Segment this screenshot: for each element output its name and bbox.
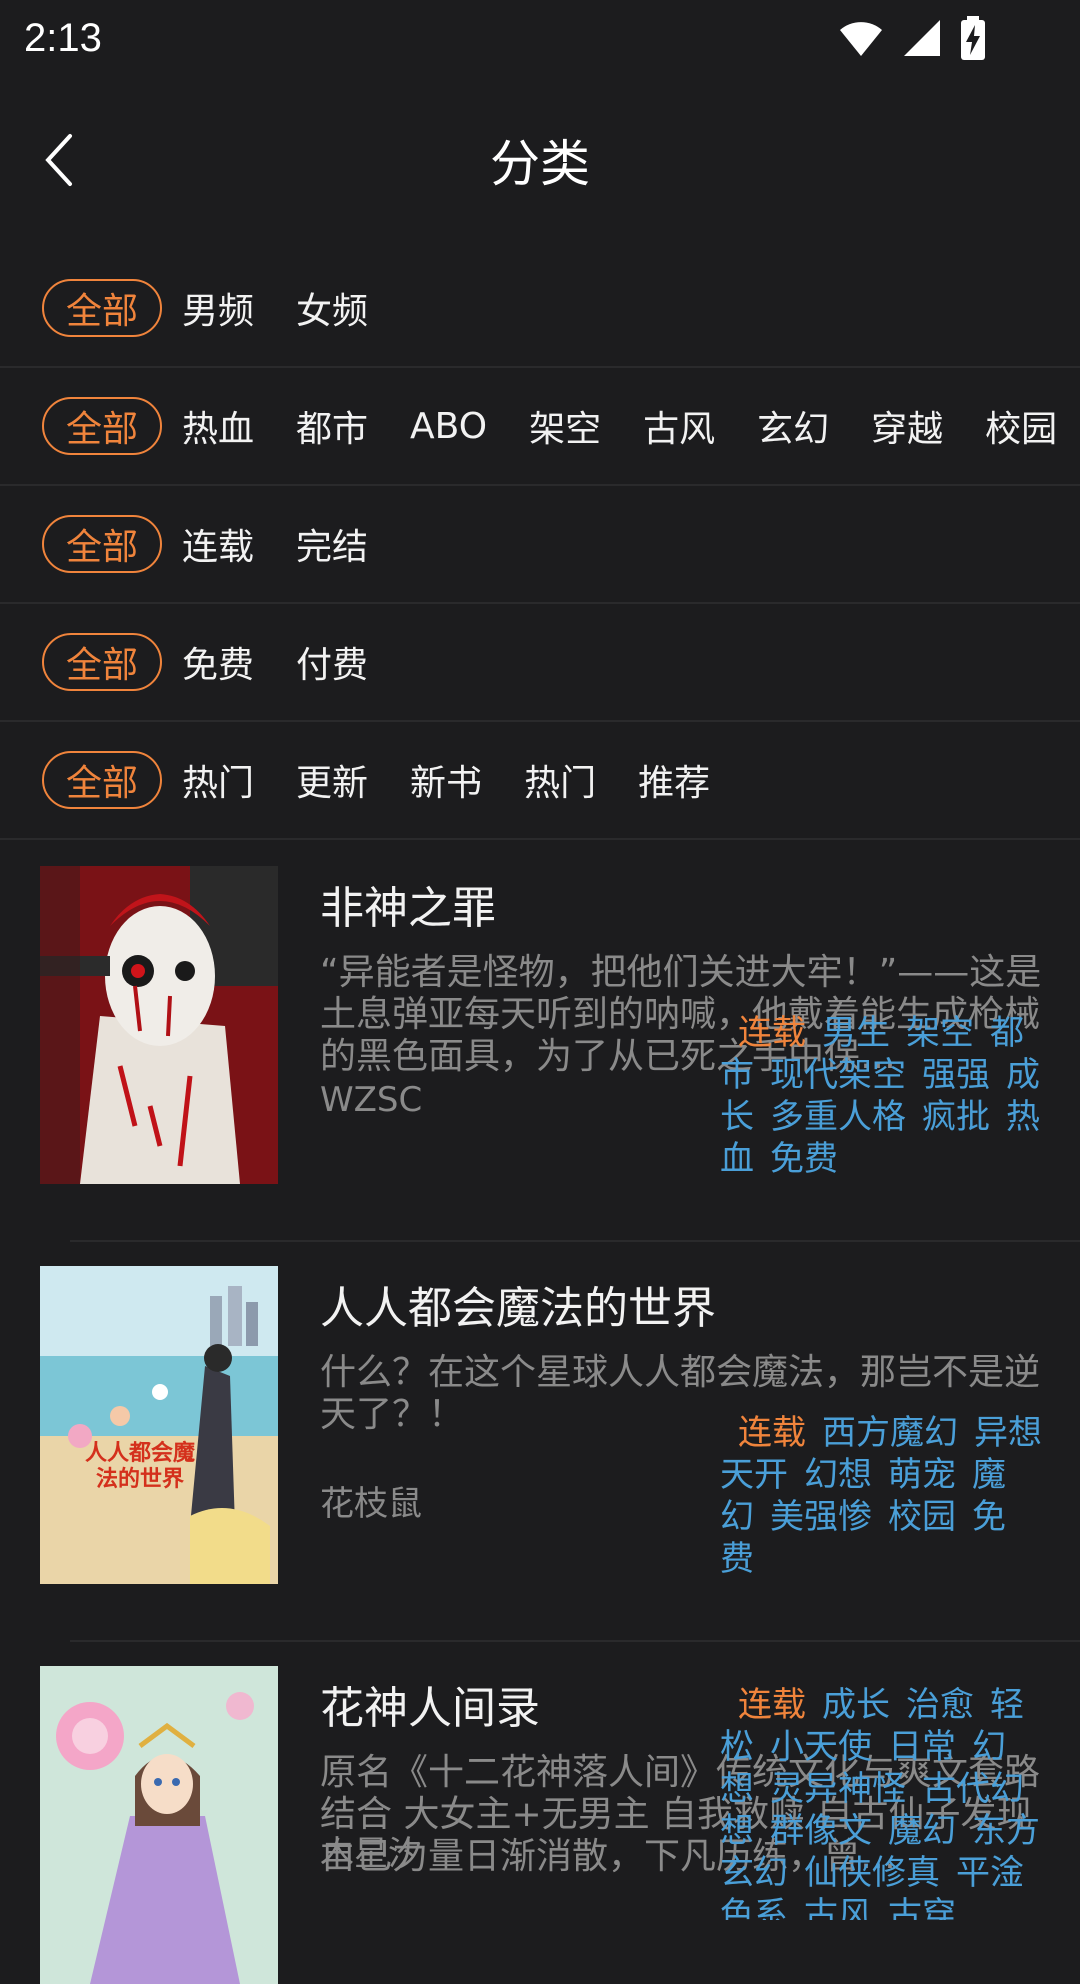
filter-option[interactable]: 古风 xyxy=(643,400,715,452)
book-tag: 灵异神怪 xyxy=(770,1769,906,1809)
book-title[interactable]: 非神之罪 xyxy=(320,872,496,936)
battery-charging-icon xyxy=(961,16,985,60)
book-tags: 连载 男生 架空 都市 现代架空 强强 成长 多重人格 疯批 热血 免费 xyxy=(720,1012,1050,1180)
book-list-item[interactable]: 非神之罪 “异能者是怪物，把他们关进大牢！”——这是土息弹亚每天听到的呐喊，他戴… xyxy=(0,842,1080,1242)
filter-all-chip[interactable]: 全部 xyxy=(42,397,162,455)
status-icons xyxy=(838,16,986,60)
filter-option[interactable]: 完结 xyxy=(296,518,368,570)
filter-row-price: 全部 免费 付费 xyxy=(0,604,1080,722)
filter-option[interactable]: 玄幻 xyxy=(757,400,829,452)
book-author: WZSC xyxy=(320,1080,423,1120)
filter-all-chip[interactable]: 全部 xyxy=(42,751,163,809)
filter-option[interactable]: 女频 xyxy=(296,282,368,334)
book-tag: 男生 xyxy=(822,1013,890,1053)
book-status-tag: 连载 xyxy=(738,1413,806,1453)
filter-all-chip[interactable]: 全部 xyxy=(42,633,163,691)
cover-illustration xyxy=(40,866,278,1184)
page-title: 分类 xyxy=(490,135,590,193)
filter-option[interactable]: 热门 xyxy=(182,754,254,806)
book-tags: 连载 成长 治愈 轻松 小天使 日常 幻想 灵异神怪 古代幻想 群像文 魔幻 东方玄幻 仙侠修真 平淦色系… xyxy=(720,1684,1050,1920)
filter-all-chip[interactable]: 全部 xyxy=(42,515,163,573)
book-tag: 古穿 xyxy=(888,1895,956,1920)
status-time: 2:13 xyxy=(24,15,102,60)
book-tag: 小天使 xyxy=(770,1727,872,1767)
book-tag: 多重人格 xyxy=(770,1097,906,1137)
filter-row-progress: 全部 连载 完结 xyxy=(0,486,1080,604)
book-tag: 魔幻 xyxy=(888,1811,956,1851)
filter-option[interactable]: 推荐 xyxy=(638,754,710,806)
book-tag: 强强 xyxy=(922,1055,990,1095)
cover-illustration xyxy=(40,1666,278,1984)
book-cover[interactable] xyxy=(40,866,278,1184)
book-tag: 日常 xyxy=(888,1727,956,1767)
filter-option[interactable]: 都市 xyxy=(296,400,368,452)
filter-row-genre: 全部 热血 都市 ABO 架空 古风 玄幻 穿越 校园 xyxy=(0,368,1080,486)
cover-illustration xyxy=(40,1266,278,1584)
filter-all-chip[interactable]: 全部 xyxy=(42,279,163,337)
filter-option[interactable]: 免费 xyxy=(182,636,254,688)
filter-option[interactable]: ABO xyxy=(410,406,487,447)
book-cover[interactable]: 人人都会魔法的世界 xyxy=(40,1266,278,1584)
book-title[interactable]: 花神人间录 xyxy=(320,1672,540,1736)
book-tag: 架空 xyxy=(906,1013,974,1053)
filter-option[interactable]: 校园 xyxy=(985,400,1057,452)
book-tag: 古风 xyxy=(804,1895,872,1920)
book-title[interactable]: 人人都会魔法的世界 xyxy=(320,1272,716,1336)
filter-option[interactable]: 男频 xyxy=(182,282,254,334)
filter-option[interactable]: 新书 xyxy=(410,754,482,806)
filter-option[interactable]: 连载 xyxy=(182,518,254,570)
book-tag: 免费 xyxy=(770,1139,838,1179)
book-tag: 美强惨 xyxy=(770,1497,872,1537)
book-list-item[interactable]: 花神人间录 原名《十二花神落人间》传统文化与爽文套路结合 大女主+无男主 自我救… xyxy=(0,1642,1080,1984)
cellular-signal-icon xyxy=(904,20,940,56)
filter-option[interactable]: 热门 xyxy=(524,754,596,806)
cover-title-text: 人人都会魔法的世界 xyxy=(84,1441,195,1492)
book-tag: 幻想 xyxy=(804,1455,872,1495)
filter-row-sort: 全部 热门 更新 新书 热门 推荐 xyxy=(0,722,1080,840)
book-cover[interactable] xyxy=(40,1666,278,1984)
filter-option[interactable]: 架空 xyxy=(529,400,601,452)
header: 分类 xyxy=(0,90,1080,230)
book-author: 木星汐 xyxy=(320,1834,422,1874)
book-author: 花枝鼠 xyxy=(320,1484,422,1524)
book-tag: 萌宠 xyxy=(888,1455,956,1495)
book-list-item[interactable]: 人人都会魔法的世界 人人都会魔法的世界 什么？在这个星球人人都会魔法，那岂不是逆… xyxy=(0,1242,1080,1642)
book-tag: 治愈 xyxy=(906,1685,974,1725)
book-tag: 疯批 xyxy=(922,1097,990,1137)
book-tag: 西方魔幻 xyxy=(822,1413,958,1453)
book-tag: 成长 xyxy=(822,1685,890,1725)
book-tag: 现代架空 xyxy=(770,1055,906,1095)
wifi-icon xyxy=(840,22,882,56)
status-bar: 2:13 xyxy=(0,0,1080,76)
book-status-tag: 连载 xyxy=(738,1685,806,1725)
book-tag: 群像文 xyxy=(770,1811,872,1851)
filter-option[interactable]: 热血 xyxy=(182,400,254,452)
filter-option[interactable]: 更新 xyxy=(296,754,368,806)
book-tags: 连载 西方魔幻 异想天开 幻想 萌宠 魔幻 美强惨 校园 免费 xyxy=(720,1412,1050,1580)
filter-option[interactable]: 付费 xyxy=(296,636,368,688)
back-arrow-icon[interactable] xyxy=(38,130,78,190)
filter-option[interactable]: 穿越 xyxy=(871,400,943,452)
book-tag: 仙侠修真 xyxy=(804,1853,940,1893)
filter-row-channel: 全部 男频 女频 xyxy=(0,250,1080,368)
book-status-tag: 连载 xyxy=(738,1013,806,1053)
book-tag: 校园 xyxy=(888,1497,956,1537)
